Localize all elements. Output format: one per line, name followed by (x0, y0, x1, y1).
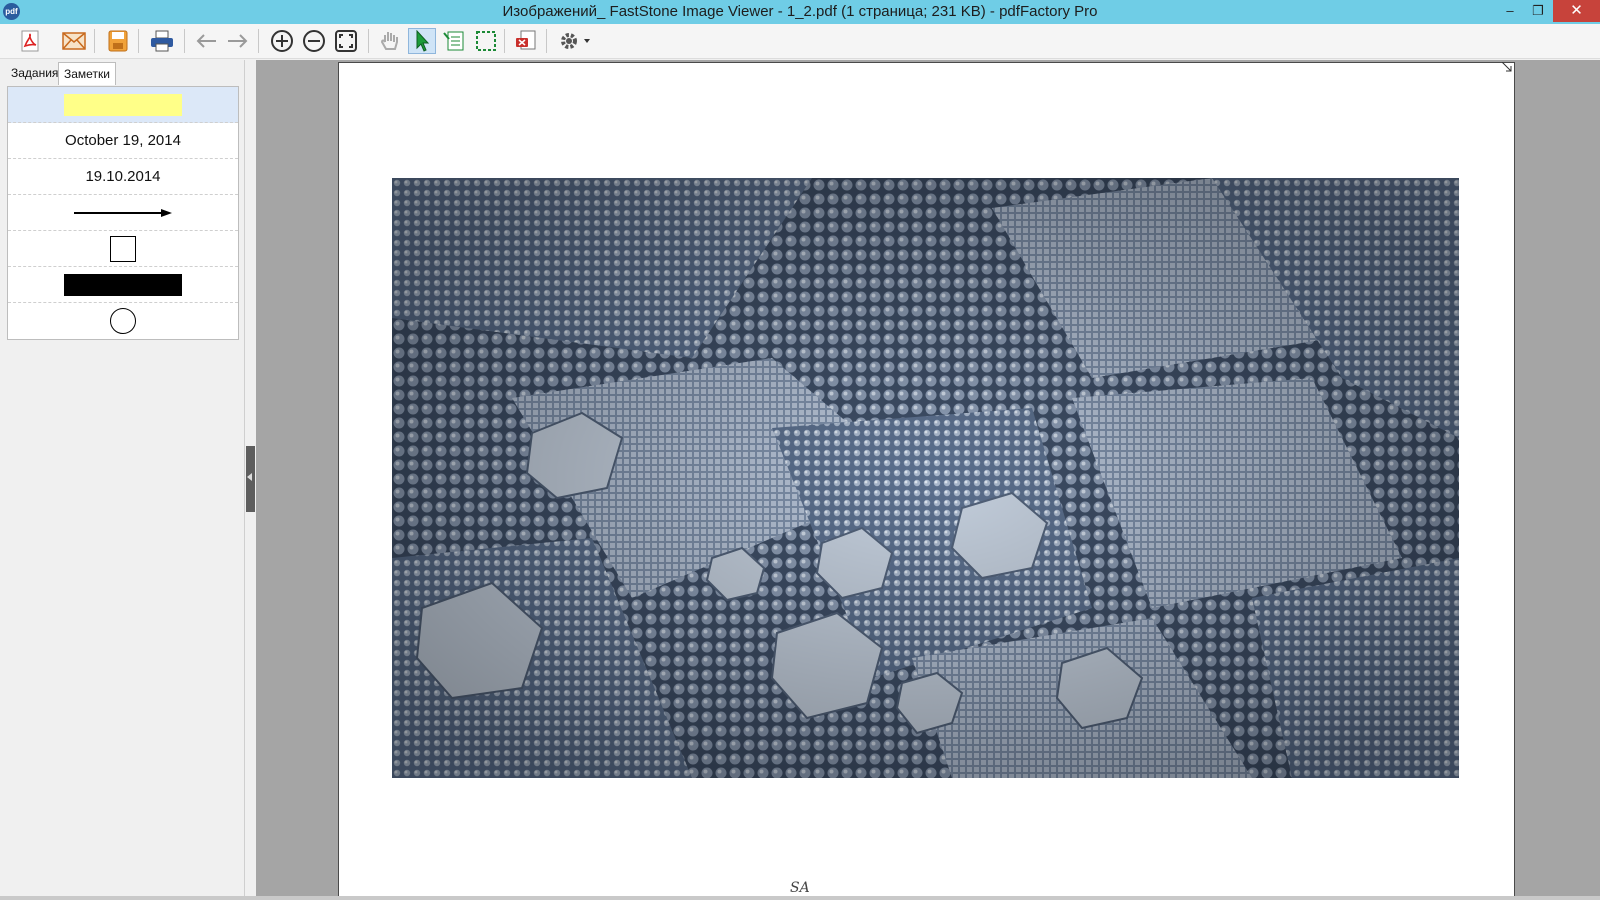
page-footer-mark: SA (790, 880, 810, 896)
delete-icon[interactable] (512, 28, 540, 54)
title-bar: pdf Изображений_ FastStone Image Viewer … (0, 0, 1600, 24)
zoom-in-icon[interactable] (268, 28, 296, 54)
filled-rectangle-icon (64, 273, 182, 296)
hand-tool-icon[interactable] (376, 28, 404, 54)
fit-page-icon[interactable] (332, 28, 360, 54)
status-bar (0, 896, 1600, 900)
text-select-icon[interactable] (440, 28, 468, 54)
note-filled-rectangle[interactable] (8, 267, 238, 303)
highlight-swatch (64, 93, 182, 116)
note-highlight[interactable] (8, 87, 238, 123)
pdf-icon[interactable] (16, 28, 44, 54)
toolbar-separator (138, 29, 139, 53)
resize-corner-icon (1502, 62, 1512, 72)
fractal-image (392, 178, 1459, 778)
toolbar (0, 24, 1600, 59)
print-icon[interactable] (148, 28, 176, 54)
tab-tasks[interactable]: Задания (6, 62, 63, 84)
toolbar-separator (368, 29, 369, 53)
close-button[interactable]: ✕ (1553, 0, 1600, 22)
email-icon[interactable] (60, 28, 88, 54)
panel-splitter[interactable] (246, 446, 255, 512)
select-arrow-icon[interactable] (408, 28, 436, 54)
note-arrow[interactable] (8, 195, 238, 231)
note-rectangle[interactable] (8, 231, 238, 267)
notes-list: October 19, 2014 19.10.2014 (7, 86, 239, 340)
forward-arrow-icon[interactable] (224, 28, 252, 54)
notes-panel: Задания Заметки October 19, 2014 19.10.2… (0, 60, 245, 900)
settings-icon[interactable] (556, 28, 596, 54)
toolbar-separator (546, 29, 547, 53)
rectangle-icon (110, 235, 136, 262)
note-circle[interactable] (8, 303, 238, 339)
tab-notes[interactable]: Заметки (58, 62, 116, 85)
toolbar-separator (184, 29, 185, 53)
marquee-select-icon[interactable] (472, 28, 500, 54)
toolbar-separator (258, 29, 259, 53)
collapse-arrow-icon (247, 473, 252, 481)
save-icon[interactable] (104, 28, 132, 54)
circle-icon (110, 308, 136, 334)
note-date-long[interactable]: October 19, 2014 (8, 123, 238, 159)
note-date-short[interactable]: 19.10.2014 (8, 159, 238, 195)
back-arrow-icon[interactable] (192, 28, 220, 54)
toolbar-separator (504, 29, 505, 53)
window-title: Изображений_ FastStone Image Viewer - 1_… (502, 3, 1098, 20)
arrow-line-icon (74, 208, 172, 217)
maximize-button[interactable]: ❐ (1521, 0, 1555, 22)
toolbar-separator (94, 29, 95, 53)
zoom-out-icon[interactable] (300, 28, 328, 54)
